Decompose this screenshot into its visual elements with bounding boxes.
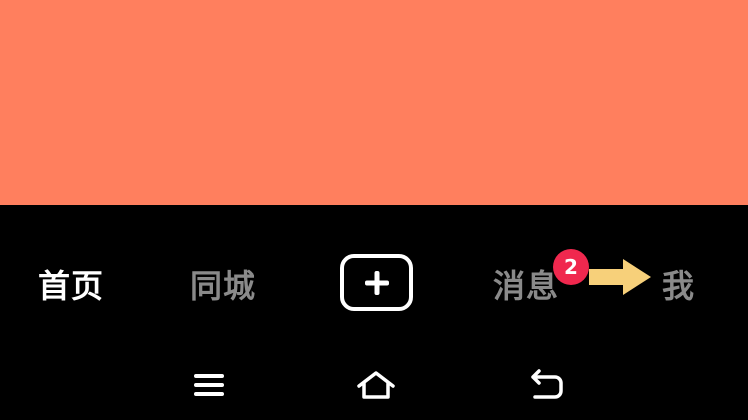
- back-icon[interactable]: [527, 366, 565, 402]
- plus-icon: [364, 270, 389, 295]
- tab-messages[interactable]: 消息: [493, 266, 559, 306]
- create-button[interactable]: [340, 254, 413, 311]
- arrow-right-icon: [589, 259, 651, 295]
- tab-me[interactable]: 我: [662, 266, 695, 306]
- menu-icon[interactable]: [192, 366, 226, 402]
- home-icon[interactable]: [355, 366, 397, 402]
- tab-home[interactable]: 首页: [38, 266, 104, 306]
- messages-badge: 2: [553, 249, 589, 285]
- tab-city[interactable]: 同城: [190, 266, 256, 306]
- content-area: [0, 0, 748, 205]
